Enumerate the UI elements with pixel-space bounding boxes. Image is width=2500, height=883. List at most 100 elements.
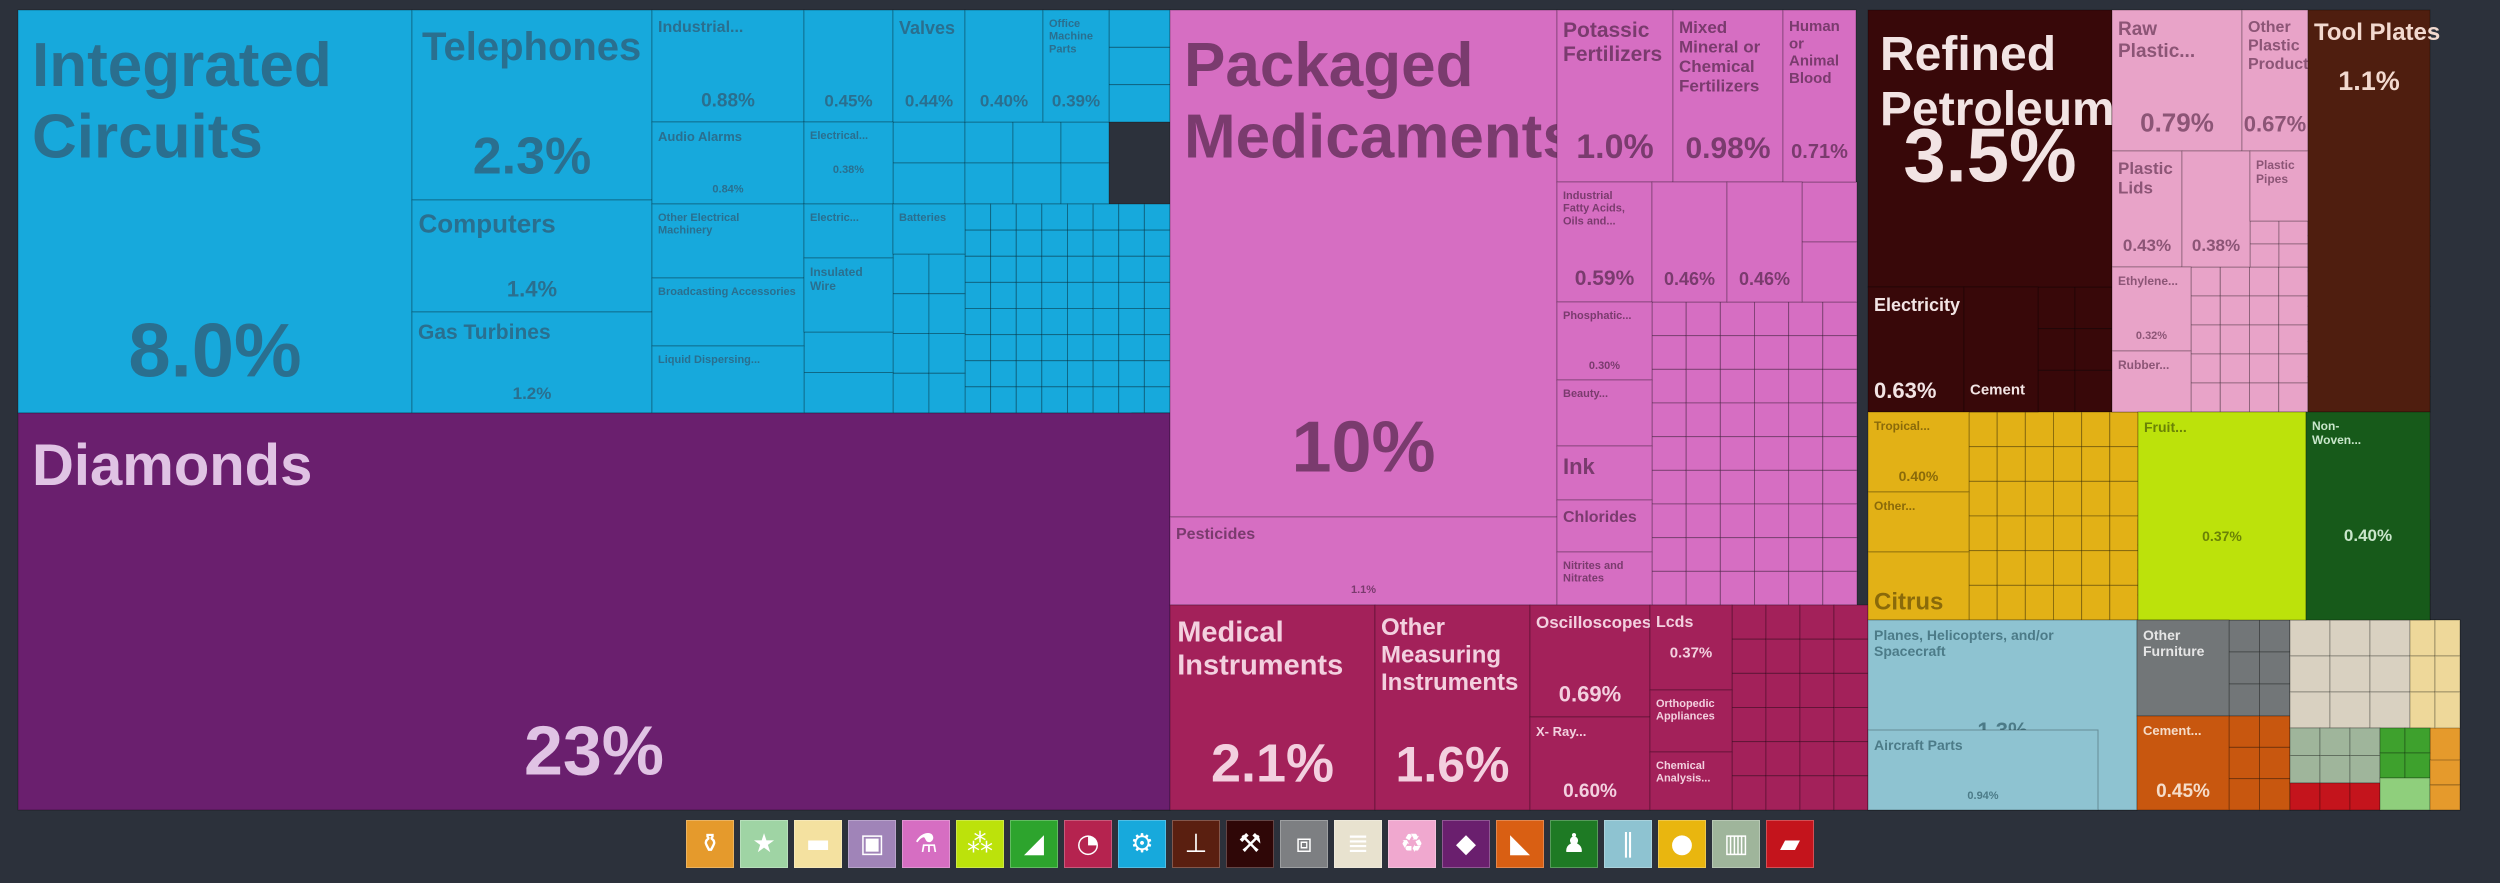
legend-footwear[interactable]: ◢ [1010, 820, 1058, 868]
treemap-tile-small[interactable] [2259, 683, 2291, 717]
treemap-tile-small[interactable] [2081, 515, 2111, 552]
treemap-tile-small[interactable] [2434, 655, 2461, 693]
treemap-tile-small[interactable] [1801, 181, 1858, 243]
treemap-tile-small[interactable] [1996, 446, 2026, 482]
treemap-tile-small[interactable] [2109, 411, 2139, 448]
treemap-tile-small[interactable] [1996, 550, 2026, 586]
treemap-tile-small[interactable] [1685, 335, 1721, 370]
treemap-tile-small[interactable] [1822, 537, 1858, 572]
treemap-tile-small[interactable] [1968, 446, 1998, 482]
legend-minerals[interactable]: ⚒ [1226, 820, 1274, 868]
treemap-tile-small[interactable] [1996, 515, 2026, 552]
treemap-tile-small[interactable] [2278, 295, 2309, 326]
treemap-tile-small[interactable] [2219, 382, 2250, 413]
treemap-tile-small[interactable] [1108, 46, 1171, 86]
treemap-tile-small[interactable] [1788, 301, 1824, 337]
treemap-tile-small[interactable] [1092, 203, 1120, 231]
treemap-tile-small[interactable] [2249, 353, 2280, 384]
treemap-tile-small[interactable] [1092, 386, 1120, 414]
treemap-tile-small[interactable] [2259, 651, 2291, 685]
treemap-tile-small[interactable] [2409, 691, 2436, 729]
legend-animal-products[interactable]: ★ [740, 820, 788, 868]
treemap-tile-small[interactable] [2037, 286, 2076, 330]
treemap-tile-small[interactable] [1118, 308, 1145, 336]
treemap-tile-small[interactable] [1685, 402, 1721, 438]
treemap-tile-small[interactable] [1799, 775, 1835, 811]
legend-precious-metals[interactable]: ◆ [1442, 820, 1490, 868]
treemap-tile-small[interactable] [1799, 638, 1835, 674]
treemap-tile-small[interactable] [2053, 480, 2083, 517]
treemap-tile-small[interactable] [2219, 266, 2250, 297]
treemap-tile-small[interactable] [1719, 503, 1756, 539]
legend-plastics-rubbers[interactable]: ♻ [1388, 820, 1436, 868]
legend-chemical-products[interactable]: ⚗ [902, 820, 950, 868]
treemap-tile-small[interactable] [1092, 308, 1120, 336]
treemap-tile-small[interactable] [1731, 604, 1767, 640]
treemap-tile-small[interactable] [1731, 741, 1767, 777]
treemap-tile-small[interactable] [2053, 550, 2083, 586]
treemap-tile-small[interactable] [1118, 360, 1145, 388]
treemap-tile-small[interactable] [2024, 446, 2055, 482]
treemap-tile[interactable] [1556, 499, 1653, 553]
treemap-tile-small[interactable] [892, 333, 930, 374]
legend-transportation[interactable]: ∥ [1604, 820, 1652, 868]
treemap-tile-small[interactable] [2219, 353, 2250, 384]
treemap-tile-small[interactable] [1041, 334, 1068, 362]
treemap-tile-small[interactable] [2404, 727, 2431, 754]
treemap-tile-small[interactable] [1108, 84, 1171, 123]
treemap-tile-small[interactable] [1041, 360, 1068, 388]
treemap-tile-small[interactable] [1041, 281, 1068, 309]
treemap-tile-small[interactable] [1765, 672, 1801, 708]
treemap-tile-small[interactable] [1788, 368, 1824, 404]
treemap-tile-small[interactable] [803, 331, 894, 373]
treemap-tile-small[interactable] [892, 253, 930, 295]
treemap-tile-small[interactable] [1822, 503, 1858, 539]
treemap-tile-small[interactable] [1968, 550, 1998, 586]
treemap-tile-small[interactable] [1651, 503, 1687, 539]
treemap-tile-small[interactable] [1651, 469, 1687, 505]
treemap-tile-small[interactable] [1685, 537, 1721, 572]
treemap-tile-small[interactable] [1788, 402, 1824, 438]
treemap-tile-small[interactable] [1067, 308, 1094, 336]
treemap-tile-small[interactable] [1731, 775, 1767, 811]
legend-paper-goods[interactable]: ≣ [1334, 820, 1382, 868]
treemap-tile-small[interactable] [2081, 584, 2111, 621]
treemap-tile-small[interactable] [1799, 672, 1835, 708]
treemap-tile-small[interactable] [2109, 584, 2139, 621]
treemap-tile-small[interactable] [2024, 480, 2055, 517]
treemap-tile-small[interactable] [2024, 584, 2055, 621]
treemap-tile-small[interactable] [1060, 121, 1110, 164]
treemap-tile-small[interactable] [1833, 638, 1869, 674]
treemap-tile-small[interactable] [2053, 515, 2083, 552]
treemap-tile-small[interactable] [2037, 328, 2076, 371]
treemap-tile-small[interactable] [1067, 360, 1094, 388]
treemap-tile-small[interactable] [2024, 550, 2055, 586]
treemap-tile-small[interactable] [2429, 759, 2461, 786]
treemap-tile-small[interactable] [1788, 570, 1824, 606]
legend-miscellaneous[interactable]: ⧈ [1280, 820, 1328, 868]
treemap-tile-small[interactable] [2249, 243, 2280, 268]
treemap-tile-small[interactable] [2074, 369, 2113, 413]
treemap-tile-small[interactable] [2349, 755, 2381, 784]
treemap-tile-small[interactable] [2249, 295, 2280, 326]
treemap-tile-small[interactable] [964, 308, 992, 336]
treemap-tile-small[interactable] [1788, 436, 1824, 471]
treemap-tile-small[interactable] [1651, 402, 1687, 438]
treemap-tile-small[interactable] [892, 372, 930, 414]
treemap-tile-small[interactable] [2434, 691, 2461, 729]
treemap-tile-small[interactable] [1118, 386, 1145, 414]
treemap-tile-small[interactable] [964, 255, 992, 283]
treemap-tile-small[interactable] [2249, 382, 2280, 413]
treemap-tile-small[interactable] [2074, 328, 2113, 371]
treemap-tile-small[interactable] [2249, 220, 2280, 245]
treemap-tile-small[interactable] [1788, 469, 1824, 505]
treemap-tile-small[interactable] [1996, 411, 2026, 448]
treemap-tile-small[interactable] [1041, 255, 1068, 283]
treemap-tile-small[interactable] [1833, 707, 1869, 743]
treemap-tile-small[interactable] [892, 162, 966, 205]
treemap-tile-small[interactable] [2369, 619, 2411, 657]
treemap-tile-small[interactable] [2409, 655, 2436, 693]
treemap-tile-small[interactable] [1651, 570, 1687, 606]
treemap-tile-small[interactable] [2081, 411, 2111, 448]
treemap-tile-small[interactable] [1754, 402, 1790, 438]
